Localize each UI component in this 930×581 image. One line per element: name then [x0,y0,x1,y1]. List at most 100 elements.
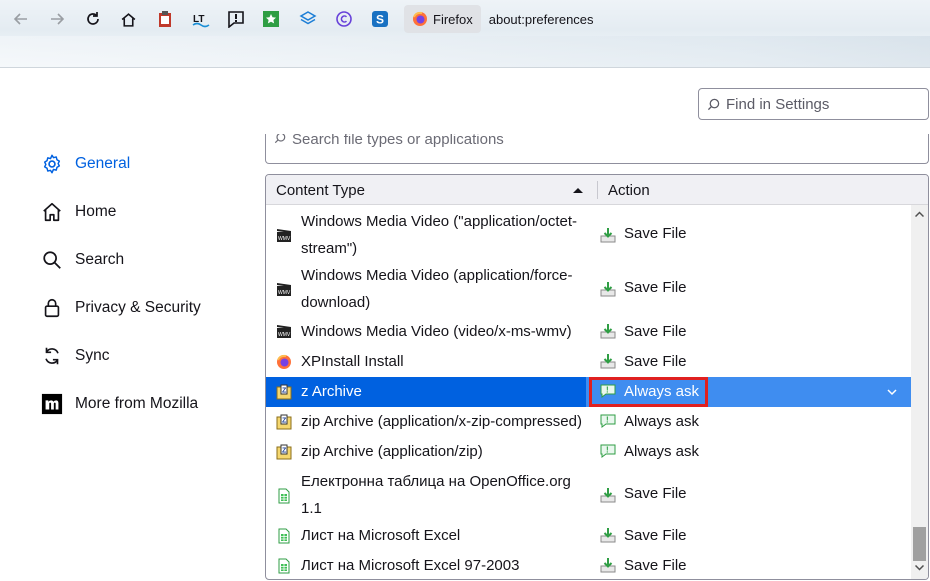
table-row[interactable]: Лист на Microsoft Excel Save File [266,521,911,551]
svg-text:WMV: WMV [278,332,291,338]
table-header: Content Type Action [266,175,928,205]
languagetool-icon: LT [192,14,210,28]
identity-label: Firefox [433,11,473,27]
svg-text:!: ! [606,416,609,425]
scroll-down-icon [915,565,924,571]
home-button[interactable] [115,6,141,32]
search-file-types-input[interactable]: Search file types or applications [265,134,929,164]
always-ask-icon: ! [600,413,616,429]
layers-icon [299,11,317,25]
spreadsheet-icon [276,558,292,574]
search-icon [707,98,720,110]
action-text: Save File [624,323,687,340]
url-text[interactable]: about:preferences [489,12,594,27]
svg-text:Z: Z [282,388,287,395]
identity-box[interactable]: Firefox [404,5,481,33]
svg-text:WMV: WMV [278,290,291,296]
back-button[interactable] [8,6,34,32]
content-type-text: Електронна таблица на OpenOffice.org 1.1 [301,473,571,517]
sort-ascending-icon [573,188,583,193]
action-text: Save File [624,557,687,574]
save-file-icon [600,323,616,339]
scrollbar-thumb[interactable] [913,527,926,561]
extension-clipboard-button[interactable] [152,6,178,32]
sidebar-item-more-from-mozilla[interactable]: More from Mozilla [40,389,198,419]
find-in-settings-input[interactable]: Find in Settings [698,88,929,120]
sidebar-item-label: Sync [75,347,110,364]
search-icon [40,248,64,272]
firefox-icon [413,11,427,26]
always-ask-icon: ! [600,443,616,459]
archive-icon: Z [276,414,292,430]
extension-copyright-button[interactable] [331,6,357,32]
file-types-table: Content Type Action WMV Windows Media Vi… [265,174,929,580]
content-type-text: XPInstall Install [301,353,404,370]
content-type-text: Windows Media Video (video/x-ms-wmv) [301,323,572,340]
column-header-action[interactable]: Action [608,175,650,205]
reload-icon [87,12,99,25]
video-icon: WMV [276,282,292,298]
table-row[interactable]: XPInstall Install Save File [266,347,911,377]
content-type-text: Windows Media Video ("application/octet-… [301,213,578,257]
sidebar-item-home[interactable]: Home [40,197,116,227]
svg-text:Z: Z [282,418,287,425]
table-row[interactable]: Z zip Archive (application/x-zip-compres… [266,407,911,437]
arrow-left-icon [13,13,27,25]
gear-icon [40,152,64,176]
archive-icon: Z [276,384,292,400]
bookmark-star-icon [263,11,279,27]
highlight-box [589,377,708,407]
table-row-selected[interactable]: Z z Archive ! Always ask [266,377,911,407]
extension-s-button[interactable]: S [367,6,393,32]
scroll-up-icon [915,211,924,217]
table-row[interactable]: Лист на Microsoft Excel 97-2003 Save Fil… [266,551,911,579]
action-text: Always ask [624,413,700,430]
reload-button[interactable] [80,6,106,32]
sidebar-item-search[interactable]: Search [40,245,124,275]
clipboard-icon [159,11,171,27]
s-app-icon: S [372,11,388,27]
search-file-types-placeholder: Search file types or applications [292,134,504,148]
spreadsheet-icon [276,528,292,544]
archive-icon: Z [276,444,292,460]
video-icon: WMV [276,324,292,340]
save-file-icon [600,557,616,573]
content-type-text: zip Archive (application/x-zip-compresse… [301,413,582,430]
extension-layers-button[interactable] [295,6,321,32]
mozilla-icon [40,392,64,416]
svg-text:!: ! [606,446,609,455]
home-icon [40,200,64,224]
sidebar-item-privacy[interactable]: Privacy & Security [40,293,201,323]
column-header-content-type[interactable]: Content Type [276,175,365,205]
sidebar-item-general[interactable]: General [40,149,130,179]
table-row[interactable]: WMV Windows Media Video (video/x-ms-wmv)… [266,317,911,347]
action-text: Always ask [624,443,700,460]
action-text: Save File [624,485,687,502]
url-bar[interactable]: Firefox about:preferences [404,4,930,34]
firefox-icon [276,354,292,370]
save-file-icon [600,227,616,243]
action-text: Save File [624,353,687,370]
sidebar-item-label: Privacy & Security [75,299,201,316]
forward-button[interactable] [44,6,70,32]
extension-bookmark-button[interactable] [258,6,284,32]
save-file-icon [600,487,616,503]
table-row[interactable]: WMV Windows Media Video ("application/oc… [266,207,911,263]
column-separator[interactable] [597,181,598,199]
action-text: Save File [624,527,687,544]
table-row[interactable]: Z zip Archive (application/zip) ! Always… [266,437,911,467]
content-type-text: Лист на Microsoft Excel [301,527,461,544]
extension-report-button[interactable] [223,6,249,32]
arrow-right-icon [51,13,65,25]
sidebar-item-sync[interactable]: Sync [40,341,109,371]
save-file-icon [600,527,616,543]
table-scrollbar[interactable] [911,205,928,579]
report-icon [228,11,244,28]
content-type-text: Лист на Microsoft Excel 97-2003 [301,557,520,574]
action-text: Save File [624,225,687,242]
extension-lt-button[interactable]: LT [188,6,214,32]
table-row[interactable]: Електронна таблица на OpenOffice.org 1.1… [266,467,911,523]
content-type-text: zip Archive (application/zip) [301,443,483,460]
table-row[interactable]: WMV Windows Media Video (application/for… [266,261,911,317]
sidebar-item-label: More from Mozilla [75,395,199,412]
